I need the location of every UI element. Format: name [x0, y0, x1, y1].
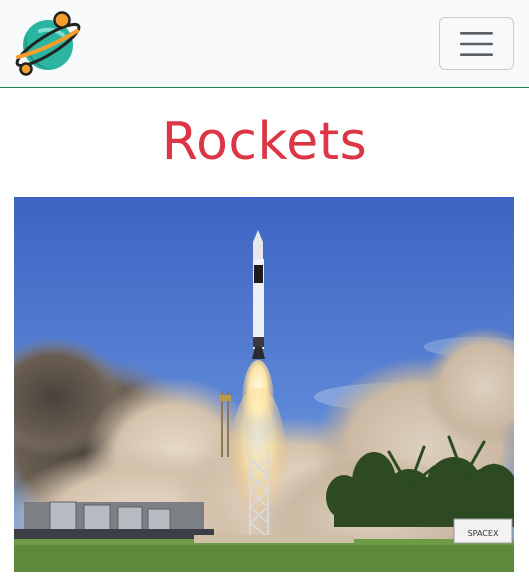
planet-icon	[15, 11, 81, 76]
hamburger-icon	[460, 32, 493, 56]
page-title: Rockets	[161, 112, 368, 172]
top-navbar	[0, 0, 529, 88]
spacex-sign-text: SPACEX	[468, 529, 499, 538]
rocket-launch-photo: SPACEX	[14, 197, 514, 572]
navbar-toggle-button[interactable]	[439, 17, 514, 70]
